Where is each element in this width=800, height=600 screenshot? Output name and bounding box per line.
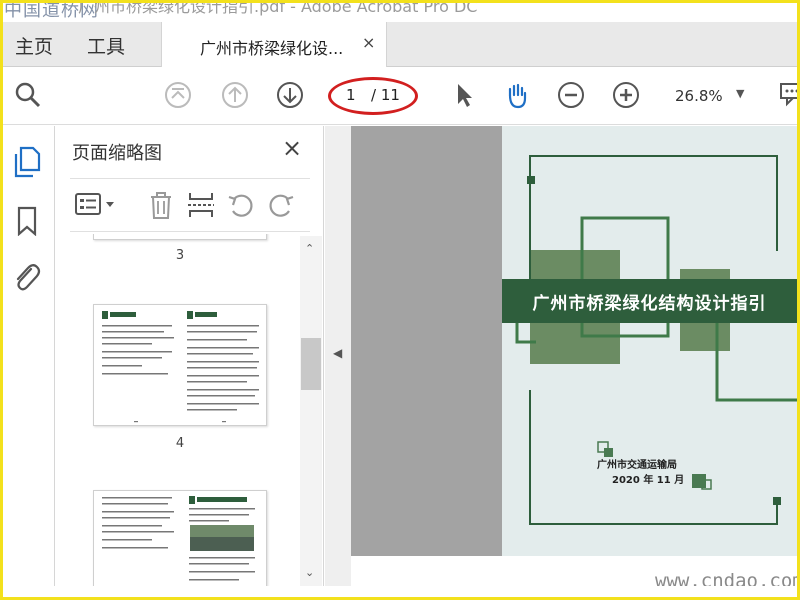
attachment-icon[interactable] xyxy=(11,261,41,293)
page-thumbnails-icon[interactable] xyxy=(13,146,41,178)
cover-graphics xyxy=(515,155,797,525)
prev-page-icon[interactable] xyxy=(220,80,250,110)
cover-organization: 广州市交通运输局 xyxy=(597,460,677,471)
thumbnail-options-icon[interactable] xyxy=(74,191,118,219)
rotate-left-icon[interactable] xyxy=(226,189,256,221)
thumbnail-page[interactable] xyxy=(93,234,267,240)
tab-document[interactable]: 广州市桥梁绿化设... × xyxy=(161,22,387,68)
chevron-down-icon[interactable]: ▼ xyxy=(736,87,744,100)
tab-tools[interactable]: 工具 xyxy=(87,32,125,59)
comment-tool-icon[interactable] xyxy=(777,80,800,110)
thumbnail-page[interactable] xyxy=(93,490,267,586)
panel-title: 页面缩略图 xyxy=(72,143,162,164)
zoom-in-icon[interactable] xyxy=(611,80,641,110)
document-cover-page: 广州市桥梁绿化结构设计指引 广州市交通运输局 2020 年 11 月 xyxy=(502,126,797,556)
thumbnail-page-number: 3 xyxy=(175,248,185,263)
bottom-strip xyxy=(3,586,797,597)
search-zoom-icon[interactable] xyxy=(13,80,43,110)
zoom-out-icon[interactable] xyxy=(556,80,586,110)
select-arrow-icon[interactable] xyxy=(449,80,479,110)
highlight-ellipse xyxy=(328,77,418,115)
toolbar: 1 / 11 26.8% ▼ xyxy=(3,67,800,125)
window-title: 广州市桥梁绿化设计指引.pdf - Adobe Acrobat Pro DC xyxy=(78,0,478,16)
collapse-panel-handle[interactable]: ◀ xyxy=(325,126,351,586)
first-page-icon[interactable] xyxy=(163,80,193,110)
delete-page-icon[interactable] xyxy=(146,189,176,221)
hand-tool-icon[interactable] xyxy=(502,80,532,110)
panel-toolbar xyxy=(70,178,310,232)
insert-page-icon[interactable] xyxy=(186,189,216,221)
tab-bar: 主页 工具 广州市桥梁绿化设... × xyxy=(3,22,797,68)
title-bar: 中国道桥网 广州市桥梁绿化设计指引.pdf - Adobe Acrobat Pr… xyxy=(0,0,800,22)
cover-date: 2020 年 11 月 xyxy=(612,475,685,486)
cover-title: 广州市桥梁绿化结构设计指引 xyxy=(532,294,767,314)
tab-document-label: 广州市桥梁绿化设... xyxy=(200,39,344,58)
next-page-icon[interactable] xyxy=(275,80,305,110)
zoom-level[interactable]: 26.8% xyxy=(675,87,723,105)
left-rail xyxy=(3,126,55,586)
rotate-right-icon[interactable] xyxy=(266,189,296,221)
thumbnail-content xyxy=(102,496,255,581)
tab-home[interactable]: 主页 xyxy=(15,32,53,59)
thumbnails-panel: 页面缩略图 × 3 4 ⌃ ⌄ xyxy=(56,126,324,586)
close-tab-button[interactable]: × xyxy=(362,33,375,52)
thumbnail-list: 3 4 xyxy=(56,234,300,586)
scroll-down-icon[interactable]: ⌄ xyxy=(305,566,314,579)
scrollbar-thumb[interactable] xyxy=(301,338,321,390)
thumbnail-page[interactable] xyxy=(93,304,267,426)
thumbnail-page-number: 4 xyxy=(175,436,185,451)
thumbnail-scrollbar[interactable]: ⌃ ⌄ xyxy=(300,236,322,586)
scroll-up-icon[interactable]: ⌃ xyxy=(305,242,314,255)
collapse-arrow-icon[interactable]: ◀ xyxy=(333,346,342,360)
close-panel-button[interactable]: × xyxy=(282,134,302,162)
bookmark-icon[interactable] xyxy=(16,206,38,236)
thumbnail-content xyxy=(102,311,259,423)
